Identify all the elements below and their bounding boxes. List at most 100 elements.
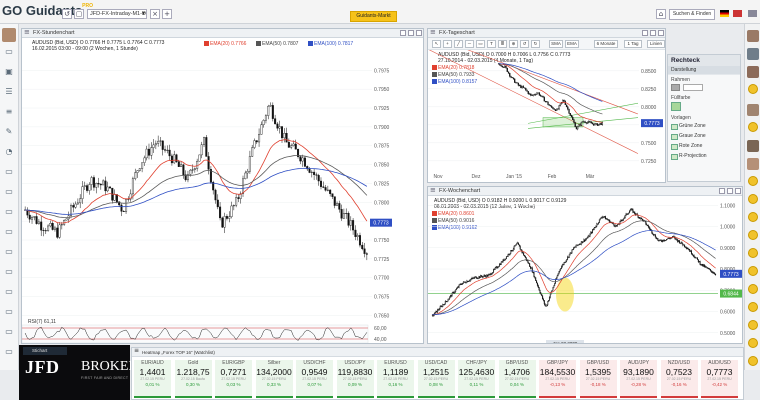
add-tab-icon[interactable]: + [162,9,172,19]
layout-icon[interactable]: ▢ [74,9,84,19]
desktop-icon-3[interactable]: ▭ [3,206,15,217]
text-tool-icon[interactable]: T [487,40,496,48]
desktop-icon-6[interactable]: ▭ [3,266,15,277]
quote-cell[interactable]: GBP/USD 1,4706 27.02.15 PERU 0,04 % [498,360,536,398]
news-icon[interactable]: ☰ [3,86,15,97]
maximize-icon[interactable] [400,30,406,36]
user-avatar[interactable] [747,140,759,152]
workspace-select[interactable]: JFD-FX-Intraday-M1-D-W [87,9,147,19]
coin-icon[interactable] [748,248,758,258]
coin-icon[interactable] [748,302,758,312]
quote-cell[interactable]: AUD/JPY 93,1890 27.02.15 PERU -0,28 % [620,360,657,398]
quote-cell[interactable]: USD/CHF 0,9549 27.02.15 PERU 0,07 % [296,360,333,398]
close-panel-icon[interactable] [416,30,422,36]
coin-icon[interactable] [748,176,758,186]
weekly-candlestick-chart[interactable]: 1.10001.00000.90000.80000.70000.60000.50… [428,197,742,343]
appearance-row[interactable]: Darstellung [668,66,740,75]
minimize-icon[interactable] [408,30,414,36]
desktop-icon-9[interactable]: ▭ [3,326,15,337]
desktop-icon-2[interactable]: ▭ [3,186,15,197]
fib-tool-icon[interactable]: ≣ [498,40,507,48]
redo-tool-icon[interactable]: ↻ [531,40,540,48]
chart-icon[interactable]: ▭ [3,46,15,57]
search-button[interactable]: Suchen & Finden [669,9,715,20]
frame-style-select[interactable] [683,84,703,91]
quote-cell[interactable]: GBP/USD 1,5395 27.02.15 PERU -0,18 % [579,360,617,398]
crosshair-tool-icon[interactable]: + [443,40,452,48]
user-avatar[interactable] [747,104,759,116]
list-icon[interactable]: ≡ [3,106,15,117]
coin-icon[interactable] [748,230,758,240]
coin-icon[interactable] [748,122,758,132]
coin-icon[interactable] [748,338,758,348]
quote-cell[interactable]: AUD/USD 0,7773 27.02.15 PERU -0,42 % [701,360,738,398]
cursor-tool-icon[interactable]: ↖ [432,40,441,48]
jfd-brokers-banner[interactable]: Stichart JFD BROKERS FIRST FAIR AND DIRE… [19,345,146,400]
user-avatar[interactable] [747,30,759,42]
maximize-icon[interactable] [719,188,725,194]
quote-cell[interactable]: USD/CAD 1,2515 27.02.15 PERU 0,08 % [417,360,455,398]
close-panel-icon[interactable] [658,30,664,36]
coin-icon[interactable] [748,84,758,94]
home-icon[interactable]: ⌂ [656,9,666,19]
template-red-zone[interactable]: Rote Zone [668,141,740,151]
menu-icon[interactable] [748,10,757,17]
coin-icon[interactable] [748,320,758,330]
maximize-icon[interactable] [642,30,648,36]
quote-cell[interactable]: Gold 1.218,75 27.02.15 Baufa 0,30 % [174,360,212,398]
interval-select[interactable]: 1 Tag [624,40,642,48]
sma-button[interactable]: SMA [549,40,563,48]
daily-candlestick-chart[interactable]: 0.85000.82500.80000.77500.75000.72500.77… [428,50,665,182]
back-icon[interactable]: ↺ [62,9,72,19]
coin-icon[interactable] [748,284,758,294]
coin-icon[interactable] [748,266,758,276]
zoom-tool-icon[interactable]: ⊕ [509,40,518,48]
line-tool-icon[interactable]: ╱ [454,40,463,48]
undo-tool-icon[interactable]: ↺ [520,40,529,48]
desktop-icon[interactable]: ▭ [3,166,15,177]
desktop-icon-8[interactable]: ▭ [3,306,15,317]
quote-cell[interactable]: EUR/USD 1,1189 27.02.15 PERU 0,16 % [377,360,414,398]
desktop-icon-4[interactable]: ▭ [3,226,15,237]
minimize-icon[interactable] [727,188,733,194]
user-avatar[interactable] [747,66,759,78]
user-avatar[interactable] [747,48,759,60]
quote-cell[interactable]: EUR/AUD 1,4401 27.02.15 PERU 0,01 % [134,360,171,398]
template-green-zone[interactable]: Grüne Zone [668,121,740,131]
coin-icon[interactable] [748,194,758,204]
template-r-projection[interactable]: R-Projection [668,151,740,161]
quote-cell[interactable]: CHF/JPY 125,4630 27.02.15 PERU 0,11 % [458,360,495,398]
desktop-icon-7[interactable]: ▭ [3,286,15,297]
close-icon[interactable]: × [150,9,160,19]
hline-tool-icon[interactable]: ─ [465,40,474,48]
drawing-icon[interactable]: ✎ [3,126,15,137]
desktop-icon-10[interactable]: ▭ [3,346,15,357]
coin-icon[interactable] [748,356,758,366]
stichart-tab[interactable]: Stichart [23,347,67,355]
quote-cell[interactable]: USD/JPY 119,8830 27.02.15 PERU 0,09 % [336,360,374,398]
close-panel-icon[interactable] [735,188,741,194]
quote-cell[interactable]: GBP/JPY 184,5530 27.02.15 PERU -0,13 % [539,360,576,398]
ema-button[interactable]: EMA [565,40,579,48]
period-select[interactable]: 6 Monate [594,40,618,48]
quote-cell[interactable]: EUR/GBP 0,7271 27.02.15 PERU 0,03 % [215,360,252,398]
quote-cell[interactable]: NZD/USD 0,7523 27.02.15 PERU -0,16 % [660,360,698,398]
frame-color-swatch[interactable] [671,84,680,91]
weekly-candle [498,266,500,268]
gauge-icon[interactable]: ◔ [3,146,15,157]
fill-color-swatch[interactable] [671,102,681,111]
coin-icon[interactable] [748,212,758,222]
quote-cell[interactable]: Silber 134,2000 27.02.15 PERU 0,33 % [255,360,293,398]
guidants-markt-button[interactable]: Guidants-Markt [350,11,397,22]
hourly-candlestick-chart[interactable]: 0.7975 0.7950 0.7925 0.7900 0.7875 0.7850 0.78… [22,55,423,343]
minimize-icon[interactable] [650,30,656,36]
flag-de-icon[interactable] [720,10,729,17]
desktop-icon-5[interactable]: ▭ [3,246,15,257]
template-grey-zone[interactable]: Graue Zone [668,131,740,141]
notification-icon[interactable] [733,10,742,17]
user-avatar[interactable] [2,28,16,42]
user-avatar[interactable] [747,158,759,170]
lines-select[interactable]: Linien [647,40,665,48]
monitor-icon[interactable]: ▣ [3,66,15,77]
rect-tool-icon[interactable]: ▭ [476,40,485,48]
